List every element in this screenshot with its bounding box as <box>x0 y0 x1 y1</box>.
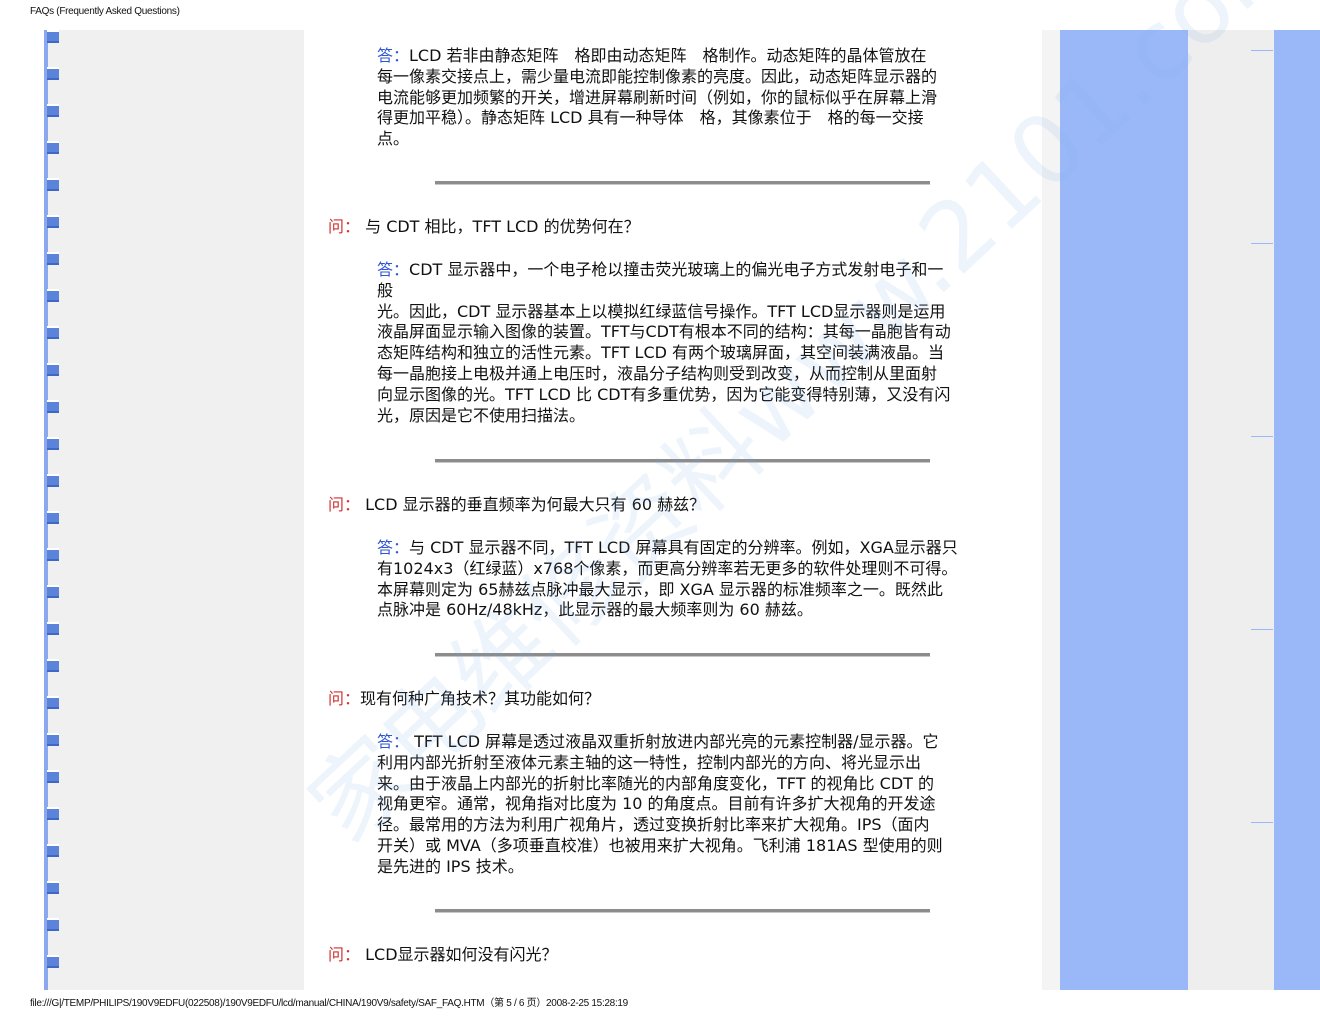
column-tick <box>1251 436 1273 437</box>
divider <box>435 909 930 913</box>
blue-square-bullet-icon <box>47 437 59 450</box>
answer-text: 每一像素交接点上，需少量电流即能控制像素的亮度。因此，动态矩阵显示器的 <box>377 66 938 86</box>
left-sidebar <box>48 30 304 990</box>
blue-square-bullet-icon <box>47 548 59 561</box>
answer-text: 液晶屏面显示输入图像的装置。TFT与CDT有根本不同的结构：其每一晶胞皆有动 <box>377 322 951 342</box>
answer-label: 答： <box>377 260 410 279</box>
blue-square-bullet-icon <box>47 622 59 635</box>
blue-square-bullet-icon <box>47 659 59 672</box>
faq-content: 答：LCD 若非由静态矩阵 格即由动态矩阵 格制作。动态矩阵的晶体管放在 每一像… <box>304 30 1042 990</box>
column-tick <box>1251 50 1273 51</box>
blue-square-bullet-icon <box>47 178 59 191</box>
answer-text: 径。最常用的方法为利用广视角片，透过变换折射比率来扩大视角。IPS（面内 <box>377 815 930 835</box>
answer-block: 答：LCD 若非由静态矩阵 格即由动态矩阵 格制作。动态矩阵的晶体管放在 每一像… <box>377 46 985 150</box>
blue-square-bullet-icon <box>47 474 59 487</box>
blue-square-bullet-icon <box>47 770 59 783</box>
question-label: 问： <box>328 495 361 514</box>
blue-square-bullet-icon <box>47 733 59 746</box>
question-text: 现有何种广角技术？其功能如何？ <box>360 689 601 708</box>
blue-square-bullet-icon <box>47 289 59 302</box>
answer-label: 答： <box>377 46 410 65</box>
answer-text: 有1024x3（红绿蓝）x768个像素，而更高分辨率若无更多的软件处理则不可得。 <box>377 558 958 578</box>
answer-text: 是先进的 IPS 技术。 <box>377 856 524 876</box>
blue-square-bullet-icon <box>47 252 59 265</box>
answer-text: 与 CDT 显示器不同，TFT LCD 屏幕具有固定的分辨率。例如，XGA显示器… <box>409 538 958 557</box>
answer-text: CDT 显示器中，一个电子枪以撞击荧光玻璃上的偏光电子方式发射电子和一 <box>409 260 944 279</box>
blue-square-bullet-icon <box>47 215 59 228</box>
answer-label: 答： <box>377 732 410 751</box>
answer-text: 电流能够更加频繁的开关，增进屏幕刷新时间（例如，你的鼠标似乎在屏幕上滑 <box>377 87 938 107</box>
divider <box>435 653 930 657</box>
column-tick <box>1251 243 1273 244</box>
right-blue-edge <box>1274 30 1320 990</box>
blue-square-bullet-icon <box>47 918 59 931</box>
question-row: 问：现有何种广角技术？其功能如何？ <box>328 688 600 709</box>
answer-text: 般 <box>377 280 394 300</box>
answer-label: 答： <box>377 538 410 557</box>
blue-square-bullet-icon <box>47 844 59 857</box>
answer-block: 答：CDT 显示器中，一个电子枪以撞击荧光玻璃上的偏光电子方式发射电子和一 般 … <box>377 260 985 426</box>
blue-square-bullet-icon <box>47 881 59 894</box>
blue-square-bullet-icon <box>47 585 59 598</box>
answer-text: LCD 若非由静态矩阵 格即由动态矩阵 格制作。动态矩阵的晶体管放在 <box>409 46 927 65</box>
answer-block: 答： TFT LCD 屏幕是透过液晶双重折射放进内部光亮的元素控制器/显示器。它… <box>377 732 985 878</box>
question-label: 问： <box>328 945 361 964</box>
blue-square-bullet-icon <box>47 400 59 413</box>
answer-text: 来。由于液晶上内部光的折射比率随光的内部角度变化，TFT 的视角比 CDT 的 <box>377 773 934 793</box>
answer-text: 向显示图像的光。TFT LCD 比 CDT有多重优势，因为它能变得特别薄，又没有… <box>377 384 951 404</box>
right-gap <box>1042 30 1060 990</box>
blue-square-bullet-icon <box>47 807 59 820</box>
answer-text: 每一晶胞接上电极并通上电压时，液晶分子结构则受到改变，从而控制从里面射 <box>377 363 938 383</box>
answer-text: 点脉冲是 60Hz/48kHz，此显示器的最大频率则为 60 赫兹。 <box>377 600 813 620</box>
question-label: 问： <box>328 689 361 708</box>
answer-text: 光，原因是它不使用扫描法。 <box>377 405 586 425</box>
question-text: LCD显示器如何没有闪光？ <box>360 945 558 964</box>
answer-text: 点。 <box>377 129 410 149</box>
blue-square-bullet-icon <box>47 30 59 43</box>
answer-text: 光。因此，CDT 显示器基本上以模拟红绿蓝信号操作。TFT LCD显示器则是运用 <box>377 301 946 321</box>
blue-square-bullet-icon <box>47 955 59 968</box>
answer-text: 利用内部光折射至液体元素主轴的这一特性，控制内部光的方向、将光显示出 <box>377 752 922 772</box>
answer-text: 视角更窄。通常，视角指对比度为 10 的角度点。目前有许多扩大视角的开发途 <box>377 794 936 814</box>
blue-square-bullet-icon <box>47 363 59 376</box>
divider <box>435 181 930 185</box>
answer-text: 开关）或 MVA（多项垂直校准）也被用来扩大视角。飞利浦 181AS 型使用的则 <box>377 835 943 855</box>
right-blue-column <box>1060 30 1188 990</box>
column-tick <box>1251 822 1273 823</box>
blue-square-bullet-icon <box>47 326 59 339</box>
print-footer: file:///G|/TEMP/PHILIPS/190V9EDFU(022508… <box>30 998 628 1009</box>
question-row: 问： LCD显示器如何没有闪光？ <box>328 944 558 965</box>
column-tick <box>1251 629 1273 630</box>
answer-text: 本屏幕则定为 65赫兹点脉冲最大显示，即 XGA 显示器的标准频率之一。既然此 <box>377 579 943 599</box>
question-row: 问： LCD 显示器的垂直频率为何最大只有 60 赫兹？ <box>328 494 705 515</box>
blue-square-bullet-icon <box>47 67 59 80</box>
answer-text: 得更加平稳）。静态矩阵 LCD 具有一种导体 格，其像素位于 格的每一交接 <box>377 108 924 128</box>
answer-block: 答：与 CDT 显示器不同，TFT LCD 屏幕具有固定的分辨率。例如，XGA显… <box>377 538 985 621</box>
question-text: LCD 显示器的垂直频率为何最大只有 60 赫兹？ <box>360 495 706 514</box>
print-header: FAQs (Frequently Asked Questions) <box>30 6 180 17</box>
answer-text: TFT LCD 屏幕是透过液晶双重折射放进内部光亮的元素控制器/显示器。它 <box>409 732 939 751</box>
blue-square-bullet-icon <box>47 104 59 117</box>
answer-text: 态矩阵结构和独立的活性元素。TFT LCD 有两个玻璃屏面，其空间装满液晶。当 <box>377 343 945 363</box>
question-row: 问： 与 CDT 相比，TFT LCD 的优势何在？ <box>328 216 640 237</box>
question-text: 与 CDT 相比，TFT LCD 的优势何在？ <box>360 217 640 236</box>
question-label: 问： <box>328 217 361 236</box>
divider <box>435 459 930 463</box>
blue-square-bullet-icon <box>47 141 59 154</box>
right-gray-column <box>1188 30 1274 990</box>
blue-square-bullet-icon <box>47 511 59 524</box>
blue-square-bullet-icon <box>47 696 59 709</box>
